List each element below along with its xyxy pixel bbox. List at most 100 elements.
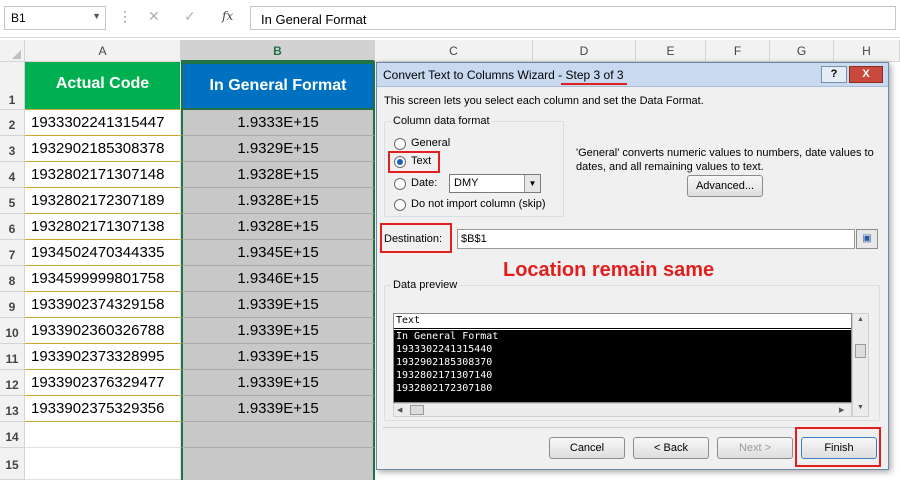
row-header-2[interactable]: 2 bbox=[0, 110, 25, 136]
row-header-8[interactable]: 8 bbox=[0, 266, 25, 292]
cell-a-empty[interactable] bbox=[25, 448, 181, 480]
row-header-7[interactable]: 7 bbox=[0, 240, 25, 266]
scroll-up-icon[interactable]: ▲ bbox=[857, 316, 864, 323]
date-format-select[interactable]: DMY ▼ bbox=[449, 174, 541, 193]
finish-button[interactable]: Finish bbox=[801, 437, 877, 459]
cell-b[interactable]: 1.9328E+15 bbox=[181, 188, 375, 214]
cell-b[interactable]: 1.9339E+15 bbox=[181, 370, 375, 396]
next-button[interactable]: Next > bbox=[717, 437, 793, 459]
cell-b1-header[interactable]: In General Format bbox=[181, 62, 375, 110]
row-header-13[interactable]: 13 bbox=[0, 396, 25, 422]
cell-a[interactable]: 1933902375329356 bbox=[25, 396, 181, 422]
destination-input[interactable]: $B$1 bbox=[457, 229, 855, 249]
help-button[interactable]: ? bbox=[821, 66, 847, 83]
enter-icon[interactable]: ✓ bbox=[184, 8, 196, 25]
back-button[interactable]: < Back bbox=[633, 437, 709, 459]
drag-handle-icon[interactable]: ⋮ bbox=[118, 8, 132, 25]
preview-legend: Data preview bbox=[391, 279, 460, 291]
preview-line: 1933302241315440 bbox=[396, 344, 493, 355]
row-header-9[interactable]: 9 bbox=[0, 292, 25, 318]
cell-b[interactable]: 1.9339E+15 bbox=[181, 292, 375, 318]
radio-skip-circle[interactable] bbox=[394, 199, 406, 211]
chevron-down-icon[interactable]: ▼ bbox=[524, 175, 540, 192]
cell-a[interactable]: 1933902376329477 bbox=[25, 370, 181, 396]
cancel-button[interactable]: Cancel bbox=[549, 437, 625, 459]
cell-b[interactable]: 1.9346E+15 bbox=[181, 266, 375, 292]
column-header-b[interactable]: B bbox=[181, 40, 375, 62]
close-button[interactable]: X bbox=[849, 66, 883, 83]
preview-vertical-scrollbar[interactable]: ▲ ▼ bbox=[852, 313, 869, 417]
column-header-c[interactable]: C bbox=[375, 40, 533, 62]
row-header-14[interactable]: 14 bbox=[0, 422, 25, 448]
cell-a-empty[interactable] bbox=[25, 422, 181, 448]
row-header-4[interactable]: 4 bbox=[0, 162, 25, 188]
cell-b[interactable]: 1.9333E+15 bbox=[181, 110, 375, 136]
radio-general-circle[interactable] bbox=[394, 138, 406, 150]
destination-label: Destination: bbox=[384, 233, 443, 245]
scroll-down-icon[interactable]: ▼ bbox=[857, 404, 864, 411]
row-header-10[interactable]: 10 bbox=[0, 318, 25, 344]
column-header-g[interactable]: G bbox=[770, 40, 834, 62]
cell-a1-header[interactable]: Actual Code bbox=[25, 62, 181, 110]
column-header-e[interactable]: E bbox=[636, 40, 706, 62]
cell-a[interactable]: 1934502470344335 bbox=[25, 240, 181, 266]
preview-horizontal-scrollbar[interactable]: ◀ ▶ bbox=[393, 403, 852, 417]
row-header-3[interactable]: 3 bbox=[0, 136, 25, 162]
preview-line: In General Format bbox=[396, 331, 499, 342]
column-header-a[interactable]: A bbox=[25, 40, 181, 62]
cell-b[interactable]: 1.9339E+15 bbox=[181, 344, 375, 370]
dialog-title-label: Convert Text to Columns Wizard - bbox=[383, 68, 566, 82]
cell-b-empty[interactable] bbox=[181, 448, 375, 480]
cell-a[interactable]: 1932902185308378 bbox=[25, 136, 181, 162]
radio-general-label: General bbox=[411, 137, 451, 149]
cell-a[interactable]: 1932802171307148 bbox=[25, 162, 181, 188]
radio-date-circle[interactable] bbox=[394, 178, 406, 190]
vertical-scroll-thumb[interactable] bbox=[855, 344, 866, 358]
cell-a[interactable]: 1933302241315447 bbox=[25, 110, 181, 136]
row-header-12[interactable]: 12 bbox=[0, 370, 25, 396]
cell-b[interactable]: 1.9328E+15 bbox=[181, 162, 375, 188]
row-header-6[interactable]: 6 bbox=[0, 214, 25, 240]
cell-a[interactable]: 1933902360326788 bbox=[25, 318, 181, 344]
column-headers: A B C D E F G H bbox=[0, 40, 900, 62]
column-header-h[interactable]: H bbox=[834, 40, 900, 62]
row-header-11[interactable]: 11 bbox=[0, 344, 25, 370]
cell-b[interactable]: 1.9328E+15 bbox=[181, 214, 375, 240]
cell-a[interactable]: 1933902373328995 bbox=[25, 344, 181, 370]
advanced-button[interactable]: Advanced... bbox=[687, 175, 763, 197]
chevron-down-icon[interactable]: ▼ bbox=[92, 11, 101, 21]
cell-a[interactable]: 1932802172307189 bbox=[25, 188, 181, 214]
column-format-legend: Column data format bbox=[391, 115, 492, 127]
preview-column-body[interactable]: In General Format 1933302241315440 19329… bbox=[394, 330, 851, 402]
cancel-icon[interactable]: ✕ bbox=[148, 8, 160, 25]
function-icon[interactable]: fx bbox=[222, 9, 233, 23]
cell-b[interactable]: 1.9339E+15 bbox=[181, 396, 375, 422]
row-header-1[interactable]: 1 bbox=[0, 62, 25, 110]
scroll-right-icon[interactable]: ▶ bbox=[839, 406, 844, 414]
dialog-title-bar[interactable]: Convert Text to Columns Wizard - Step 3 … bbox=[377, 63, 888, 87]
range-picker-icon[interactable]: ▣ bbox=[856, 229, 878, 249]
radio-skip-label: Do not import column (skip) bbox=[411, 198, 546, 210]
dialog-title: Convert Text to Columns Wizard - Step 3 … bbox=[383, 68, 624, 82]
select-all-corner[interactable] bbox=[0, 40, 25, 62]
row-header-5[interactable]: 5 bbox=[0, 188, 25, 214]
data-preview[interactable]: Text In General Format 1933302241315440 … bbox=[393, 313, 852, 403]
radio-date-label: Date: bbox=[411, 177, 438, 189]
step-underline bbox=[561, 83, 627, 85]
column-header-d[interactable]: D bbox=[533, 40, 636, 62]
cell-a[interactable]: 1933902374329158 bbox=[25, 292, 181, 318]
cell-b[interactable]: 1.9329E+15 bbox=[181, 136, 375, 162]
cell-b[interactable]: 1.9339E+15 bbox=[181, 318, 375, 344]
cell-a[interactable]: 1934599999801758 bbox=[25, 266, 181, 292]
formula-input[interactable]: In General Format bbox=[250, 6, 896, 30]
cell-b-empty[interactable] bbox=[181, 422, 375, 448]
row-header-15[interactable]: 15 bbox=[0, 448, 25, 480]
name-box[interactable]: B1 ▼ bbox=[4, 6, 106, 30]
cell-b[interactable]: 1.9345E+15 bbox=[181, 240, 375, 266]
scroll-left-icon[interactable]: ◀ bbox=[397, 406, 402, 414]
horizontal-scroll-thumb[interactable] bbox=[410, 405, 424, 415]
cell-a[interactable]: 1932802171307138 bbox=[25, 214, 181, 240]
formula-text: In General Format bbox=[261, 12, 367, 27]
column-header-f[interactable]: F bbox=[706, 40, 770, 62]
formula-bar: B1 ▼ ⋮ ✕ ✓ fx In General Format bbox=[0, 0, 900, 38]
